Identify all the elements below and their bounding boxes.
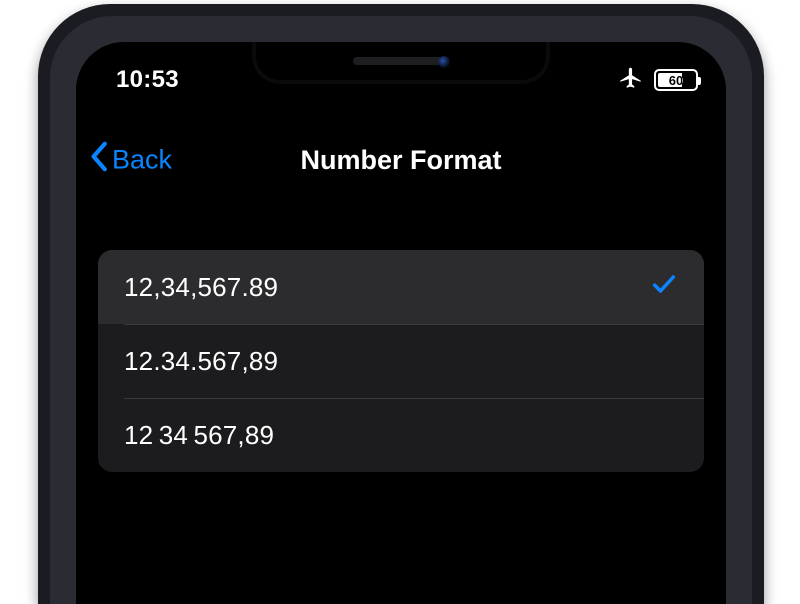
screen: 10:53 60 xyxy=(76,42,726,604)
format-option-label: 12.34.567,89 xyxy=(124,346,678,377)
battery-indicator: 60 xyxy=(654,69,698,91)
format-option-label: 12 34 567,89 xyxy=(124,420,678,451)
page-title: Number Format xyxy=(300,145,501,176)
battery-percent: 60 xyxy=(669,73,683,88)
nav-bar: Back Number Format xyxy=(76,128,726,192)
back-button[interactable]: Back xyxy=(90,141,172,180)
status-bar: 10:53 60 xyxy=(76,42,726,96)
format-option-row[interactable]: 12.34.567,89 xyxy=(98,324,704,398)
phone-frame-inner: 10:53 60 xyxy=(50,16,752,604)
format-option-label: 12,34,567.89 xyxy=(124,272,650,303)
format-option-row[interactable]: 12,34,567.89 xyxy=(98,250,704,324)
phone-frame: 10:53 60 xyxy=(38,4,764,604)
chevron-left-icon xyxy=(90,141,110,180)
airplane-mode-icon xyxy=(618,65,644,96)
format-option-row[interactable]: 12 34 567,89 xyxy=(98,398,704,472)
status-time: 10:53 xyxy=(116,66,179,94)
format-option-list: 12,34,567.89 12.34.567,89 12 34 567,89 xyxy=(98,250,704,472)
checkmark-icon xyxy=(650,270,678,305)
back-label: Back xyxy=(112,145,172,176)
status-right: 60 xyxy=(618,65,698,96)
